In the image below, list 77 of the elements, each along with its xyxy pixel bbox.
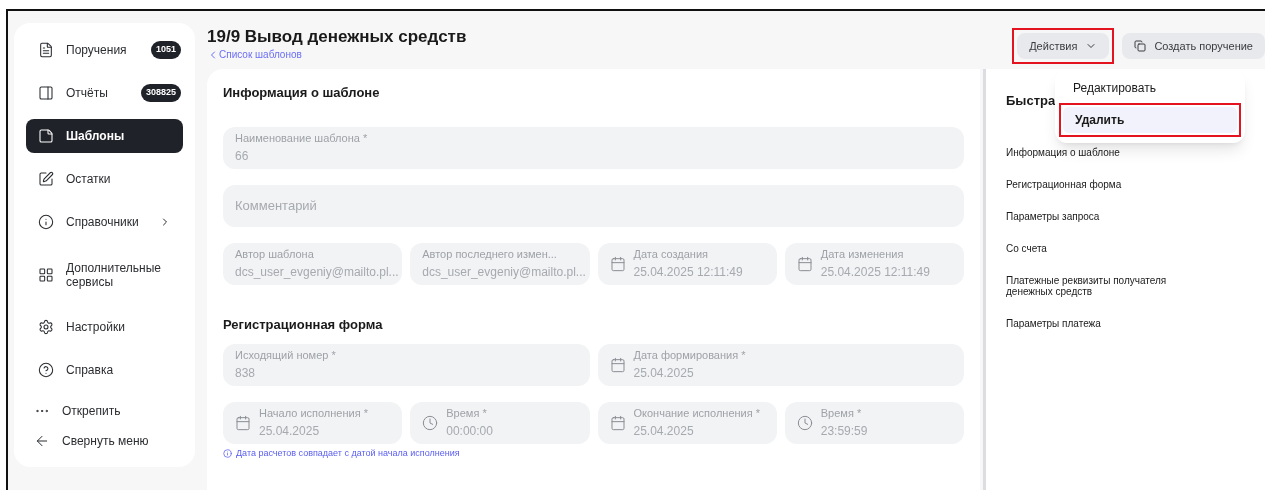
calendar-icon bbox=[609, 415, 626, 431]
edit-icon bbox=[38, 171, 54, 187]
sidebar-label: Поручения bbox=[66, 43, 128, 57]
sidebar-item[interactable]: Свернуть меню bbox=[26, 426, 183, 456]
sidebar-item[interactable]: Шаблоны bbox=[26, 119, 183, 153]
field-label: Дата создания bbox=[633, 246, 710, 262]
menu-item[interactable]: Удалить bbox=[1063, 107, 1237, 133]
calendar-icon bbox=[235, 415, 251, 431]
help-icon bbox=[38, 362, 54, 378]
field-value: 838 bbox=[235, 365, 256, 382]
field-value: 25.04.2025 bbox=[633, 365, 694, 382]
field-label: Наименование шаблона * bbox=[235, 130, 368, 146]
calendar-icon bbox=[609, 255, 626, 272]
nav-link[interactable]: Со счета bbox=[1006, 242, 1047, 254]
field-value: 00:00:00 bbox=[446, 423, 493, 440]
nav-link[interactable]: Информация о шаблоне bbox=[1006, 146, 1120, 158]
field-label: Начало исполнения * bbox=[259, 406, 368, 421]
nav-link[interactable]: Параметры запроса bbox=[1006, 210, 1100, 222]
info-icon bbox=[223, 448, 232, 458]
field-label: Дата формирования * bbox=[633, 348, 746, 363]
field-label: Окончание исполнения * bbox=[633, 406, 761, 421]
section-title: Информация о шаблоне bbox=[223, 84, 381, 102]
sidebar-label: Шаблоны bbox=[66, 129, 126, 143]
field-label: Время * bbox=[820, 406, 863, 421]
sidebar-item[interactable]: Открепить bbox=[26, 396, 183, 426]
sidebar-label: Открепить bbox=[62, 403, 121, 420]
sidebar-label: Дополнительные сервисы bbox=[66, 260, 162, 289]
sidebar-item[interactable]: Справочники bbox=[26, 205, 183, 239]
sidebar-item[interactable]: Справка bbox=[26, 353, 183, 387]
field-value: 25.04.2025 12:11:49 bbox=[633, 263, 743, 281]
field-label: Дата изменения bbox=[820, 246, 905, 262]
field-value: dcs_user_evgeniy@mailto.pl... bbox=[422, 263, 586, 281]
field-value: dcs_user_evgeniy@mailto.pl... bbox=[235, 263, 399, 281]
panel-title: Быстра bbox=[1006, 92, 1056, 110]
count-badge: 1051 bbox=[150, 41, 181, 59]
clock-icon bbox=[796, 415, 813, 431]
back-link[interactable]: Список шаблонов bbox=[207, 47, 467, 62]
field-value: 25.04.2025 bbox=[259, 423, 320, 440]
nav-link[interactable]: Платежные реквизиты получателя денежных средств bbox=[1006, 274, 1186, 297]
field-value: 66 bbox=[235, 147, 249, 165]
sidebar-item[interactable]: Поручения 1051 bbox=[26, 33, 183, 67]
sidebar-item[interactable]: Настройки bbox=[26, 310, 183, 344]
grid-icon bbox=[38, 266, 54, 283]
sidebar-item[interactable]: Остатки bbox=[26, 162, 183, 196]
hint-text: Дата расчетов совпадает с датой начала исполнения bbox=[223, 447, 964, 459]
action-button[interactable]: Действия bbox=[1017, 33, 1110, 59]
field-label: Автор шаблона bbox=[235, 246, 315, 262]
settings-icon bbox=[38, 319, 54, 335]
document-icon bbox=[38, 42, 54, 58]
field-placeholder: Комментарий bbox=[235, 196, 317, 215]
sidebar-label: Справочники bbox=[66, 215, 140, 229]
calendar-icon bbox=[609, 357, 626, 373]
copy-icon bbox=[1134, 40, 1147, 52]
sidebar-label: Остатки bbox=[66, 172, 112, 186]
sidebar-label: Отчёты bbox=[66, 86, 109, 100]
field-label: Автор последнего измен... bbox=[422, 246, 558, 262]
report-icon bbox=[38, 85, 54, 101]
sidebar-label: Настройки bbox=[66, 320, 126, 334]
sidebar-label: Свернуть меню bbox=[62, 433, 149, 450]
field-label: Исходящий номер * bbox=[235, 348, 336, 363]
sidebar-label: Справка bbox=[66, 363, 115, 377]
count-badge: 308825 bbox=[140, 84, 181, 102]
calendar-icon bbox=[796, 255, 813, 272]
sidebar-item[interactable]: Дополнительные сервисы bbox=[26, 248, 183, 301]
info-icon bbox=[38, 214, 54, 230]
action-button[interactable]: Создать поручение bbox=[1122, 33, 1265, 59]
field-label: Время * bbox=[446, 406, 488, 421]
note-icon bbox=[38, 128, 54, 144]
field-value: 25.04.2025 bbox=[633, 423, 694, 440]
nav-link[interactable]: Параметры платежа bbox=[1006, 317, 1101, 329]
sidebar-item[interactable]: Отчёты 308825 bbox=[26, 76, 183, 110]
nav-link[interactable]: Регистрационная форма bbox=[1006, 178, 1122, 190]
clock-icon bbox=[422, 415, 439, 431]
field-value: 23:59:59 bbox=[820, 423, 868, 440]
field-value: 25.04.2025 12:11:49 bbox=[820, 263, 930, 281]
page-title: 19/9 Вывод денежных средств bbox=[207, 27, 467, 47]
section-title: Регистрационная форма bbox=[223, 315, 384, 334]
